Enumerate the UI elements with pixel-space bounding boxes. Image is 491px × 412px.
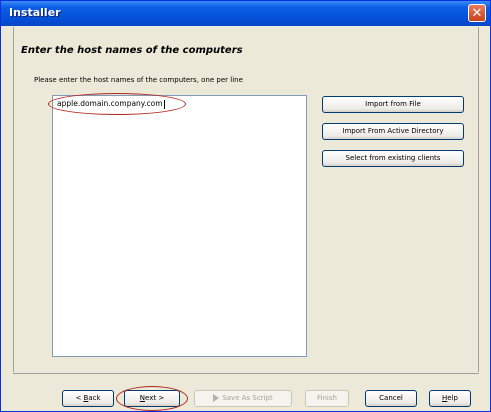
- script-icon: [213, 394, 220, 402]
- import-from-active-directory-button[interactable]: Import From Active Directory: [322, 123, 464, 140]
- save-as-script-button[interactable]: Save As Script: [194, 390, 292, 407]
- back-button[interactable]: < Back: [62, 390, 114, 407]
- finish-button[interactable]: Finish: [305, 390, 349, 407]
- footer-divider: [13, 373, 479, 374]
- page-heading: Enter the host names of the computers: [21, 45, 243, 56]
- host-name-highlight: [48, 93, 186, 115]
- title-bar: Installer ✕: [1, 1, 490, 26]
- instruction-text: Please enter the host names of the compu…: [34, 76, 243, 84]
- window-title: Installer: [9, 6, 61, 19]
- select-existing-clients-button[interactable]: Select from existing clients: [322, 150, 464, 167]
- help-button[interactable]: Help: [429, 390, 471, 407]
- next-button-highlight: [116, 386, 188, 411]
- close-icon[interactable]: ✕: [468, 4, 486, 22]
- import-from-file-button[interactable]: Import from File: [322, 96, 464, 113]
- host-names-textarea[interactable]: apple.domain.company.com: [52, 95, 307, 357]
- cancel-button[interactable]: Cancel: [365, 390, 417, 407]
